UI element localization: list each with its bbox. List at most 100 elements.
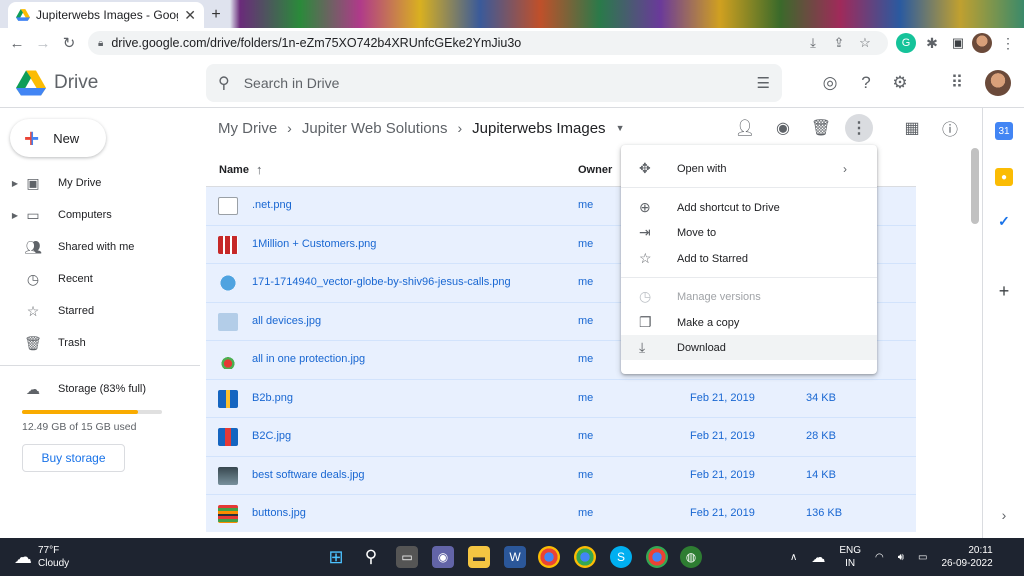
- chrome-alt-icon[interactable]: [646, 546, 668, 568]
- battery-icon[interactable]: ▭: [918, 552, 927, 563]
- browser-menu-icon[interactable]: ⋮: [998, 33, 1018, 53]
- apps-grid-icon[interactable]: ⠿: [946, 72, 968, 94]
- expand-caret-icon[interactable]: ▶: [0, 211, 22, 220]
- chrome-icon[interactable]: [538, 546, 560, 568]
- remove-trash-icon[interactable]: 🗑︎: [807, 114, 835, 142]
- teams-chat-icon[interactable]: ◉: [432, 546, 454, 568]
- menu-item-download[interactable]: ⤓ Download: [621, 335, 877, 360]
- account-avatar[interactable]: [985, 70, 1011, 96]
- menu-item-open-with[interactable]: ✥ Open with ›: [621, 156, 877, 181]
- new-button[interactable]: + New: [10, 119, 106, 157]
- menu-divider: [621, 187, 877, 188]
- grammarly-extension-icon[interactable]: G: [896, 33, 916, 53]
- chrome-profile-icon[interactable]: [574, 546, 596, 568]
- keep-icon[interactable]: ●: [995, 168, 1013, 186]
- search-icon[interactable]: ⚲: [360, 546, 382, 568]
- browser-tab[interactable]: Jupiterwebs Images - Google Dri ✕: [8, 2, 204, 28]
- name-column-header[interactable]: Name: [219, 164, 249, 176]
- table-row[interactable]: B2C.jpg me Feb 21, 2019 28 KB: [206, 418, 916, 457]
- breadcrumb-my-drive[interactable]: My Drive: [218, 120, 277, 137]
- copy-icon: ❐: [639, 314, 652, 330]
- forward-icon[interactable]: →: [30, 30, 56, 56]
- settings-gear-icon[interactable]: ⚙: [889, 72, 911, 94]
- context-menu: ✥ Open with › ⊕ Add shortcut to Drive ⇥ …: [621, 145, 877, 374]
- info-icon[interactable]: ⓘ: [936, 114, 964, 142]
- logo-text: Drive: [54, 72, 99, 93]
- extensions-puzzle-icon[interactable]: ✱: [922, 33, 942, 53]
- share-add-person-icon[interactable]: 👤︎: [731, 114, 759, 142]
- browser-tabstrip: Jupiterwebs Images - Google Dri ✕ +: [0, 0, 1024, 28]
- expand-panel-icon[interactable]: ›: [995, 506, 1013, 524]
- menu-item-move-to[interactable]: ⇥ Move to: [621, 220, 877, 245]
- breadcrumb-current[interactable]: Jupiterwebs Images: [472, 120, 605, 137]
- chevron-right-icon: ›: [843, 161, 847, 176]
- system-tray: ∧ ☁ ENG IN ◠ 🔊︎ ▭ 20:11 26-09-2022: [790, 538, 993, 576]
- expand-caret-icon[interactable]: ▶: [0, 179, 22, 188]
- close-tab-icon[interactable]: ✕: [184, 7, 196, 24]
- install-icon[interactable]: ⤓: [800, 35, 826, 51]
- calendar-icon[interactable]: 31: [995, 122, 1013, 140]
- wifi-icon[interactable]: ◠: [875, 552, 884, 563]
- language-indicator[interactable]: ENG IN: [839, 544, 861, 570]
- grid-view-icon[interactable]: ▦: [898, 114, 926, 142]
- table-row[interactable]: buttons.jpg me Feb 21, 2019 136 KB: [206, 495, 916, 532]
- scrollbar-thumb[interactable]: [971, 148, 979, 224]
- image-thumbnail-icon: [218, 197, 238, 215]
- start-windows-icon[interactable]: ⊞: [325, 546, 347, 568]
- breadcrumb: My Drive › Jupiter Web Solutions › Jupit…: [218, 116, 624, 140]
- add-addon-icon[interactable]: +: [995, 281, 1013, 301]
- address-bar[interactable]: 🔒︎ drive.google.com/drive/folders/1n-eZm…: [88, 31, 888, 55]
- preview-eye-icon[interactable]: ◉: [769, 114, 797, 142]
- bookmark-star-icon[interactable]: ☆: [852, 35, 878, 51]
- sidebar-item-my-drive[interactable]: ▶ ▣ My Drive: [0, 171, 200, 195]
- sidepanel-icon[interactable]: ▣: [948, 33, 968, 53]
- volume-icon[interactable]: 🔊︎: [898, 552, 904, 563]
- new-tab-icon[interactable]: +: [206, 5, 226, 25]
- sidebar-item-recent[interactable]: ◷ Recent: [0, 267, 200, 291]
- sidebar-item-computers[interactable]: ▶ ▭ Computers: [0, 203, 200, 227]
- buy-storage-button[interactable]: Buy storage: [22, 444, 125, 472]
- back-icon[interactable]: ←: [4, 30, 30, 56]
- chevron-down-icon[interactable]: ▼: [616, 123, 625, 133]
- skype-icon[interactable]: S: [610, 546, 632, 568]
- menu-item-make-copy[interactable]: ❐ Make a copy: [621, 310, 877, 335]
- word-icon[interactable]: W: [504, 546, 526, 568]
- image-thumbnail-icon: [218, 428, 238, 446]
- clock[interactable]: 20:11 26-09-2022: [942, 544, 993, 570]
- table-row[interactable]: B2b.png me Feb 21, 2019 34 KB: [206, 380, 916, 418]
- sidebar-item-trash[interactable]: 🗑︎ Trash: [0, 331, 200, 355]
- profile-avatar[interactable]: [972, 33, 992, 53]
- menu-item-add-shortcut[interactable]: ⊕ Add shortcut to Drive: [621, 195, 877, 220]
- file-explorer-icon[interactable]: ▬: [468, 546, 490, 568]
- help-icon[interactable]: ?: [855, 72, 877, 94]
- chevron-up-icon[interactable]: ∧: [790, 552, 797, 563]
- weather-widget[interactable]: ☁ 77°F Cloudy: [14, 544, 69, 570]
- sidebar-item-label: Trash: [58, 337, 86, 349]
- image-thumbnail-icon: [218, 312, 238, 331]
- search-input[interactable]: Search in Drive: [244, 75, 757, 91]
- task-view-icon[interactable]: ▭: [396, 546, 418, 568]
- breadcrumb-parent[interactable]: Jupiter Web Solutions: [302, 120, 448, 137]
- sort-arrow-up-icon[interactable]: ↑: [256, 162, 263, 177]
- sidebar-item-shared[interactable]: 👥︎ Shared with me: [0, 235, 200, 259]
- owner-column-header[interactable]: Owner: [578, 164, 612, 176]
- drive-logo[interactable]: Drive: [16, 70, 98, 96]
- table-row[interactable]: best software deals.jpg me Feb 21, 2019 …: [206, 457, 916, 495]
- search-bar[interactable]: ⚲ Search in Drive ☰: [206, 64, 782, 102]
- search-icon[interactable]: ⚲: [218, 73, 230, 93]
- side-panel: 31 ● ✓ + ›: [982, 108, 1024, 538]
- sidebar-item-starred[interactable]: ☆ Starred: [0, 299, 200, 323]
- menu-item-add-to-starred[interactable]: ☆ Add to Starred: [621, 246, 877, 271]
- globe-app-icon[interactable]: ◍: [680, 546, 702, 568]
- search-options-icon[interactable]: ☰: [757, 74, 770, 92]
- sidebar-item-label: Recent: [58, 273, 93, 285]
- tasks-icon[interactable]: ✓: [995, 212, 1013, 230]
- reload-icon[interactable]: ↻: [56, 30, 82, 56]
- share-icon[interactable]: ⇪: [826, 35, 852, 51]
- my-drive-icon: ▣: [26, 174, 40, 191]
- onedrive-cloud-icon[interactable]: ☁: [811, 549, 825, 566]
- offline-ready-icon[interactable]: ◎: [819, 72, 841, 94]
- add-shortcut-icon: ⊕: [639, 199, 651, 215]
- more-actions-icon[interactable]: ⋮: [845, 114, 873, 142]
- sidebar-item-storage[interactable]: ☁ Storage (83% full): [0, 377, 200, 401]
